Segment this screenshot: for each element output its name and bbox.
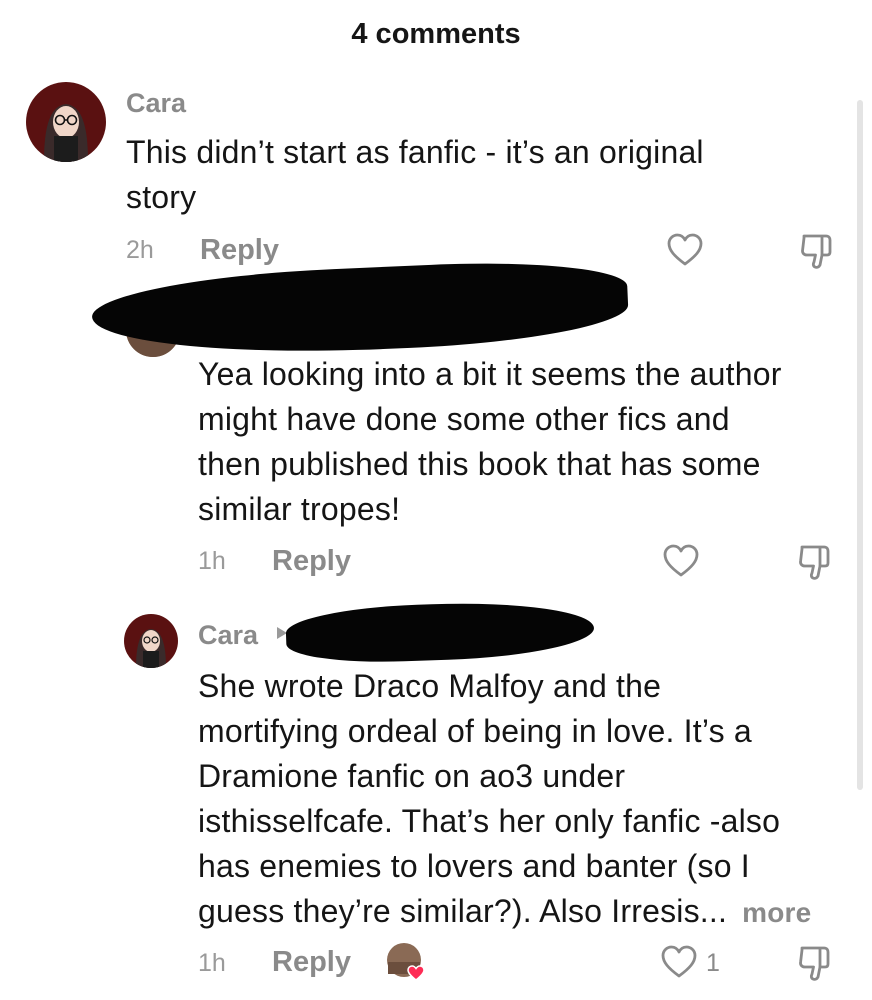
creator-liked-avatar [386, 942, 425, 981]
heart-icon[interactable] [660, 944, 698, 980]
comment-text-line: similar tropes! [198, 491, 401, 527]
comment-text: Yea looking into a bit it seems the auth… [198, 352, 858, 532]
comment-text-line: isthisselfcafe. That’s her only fanfic -… [198, 803, 781, 839]
comment-timestamp: 1h [198, 547, 226, 575]
comment-text-line: guess they’re similar?). Also Irresis...… [198, 889, 858, 935]
thumbs-down-icon[interactable] [796, 944, 836, 982]
heart-badge-icon [387, 943, 425, 981]
avatar[interactable] [26, 82, 106, 162]
avatar-illustration [124, 614, 178, 668]
comment-text-line: has enemies to lovers and banter (so I [198, 848, 750, 884]
comment-username[interactable]: Cara [198, 620, 258, 651]
thumbs-down-icon[interactable] [798, 232, 838, 270]
comment-text-line: mortifying ordeal of being in love. It’s… [198, 713, 752, 749]
reply-button[interactable]: Reply [200, 234, 279, 267]
more-link[interactable]: more [742, 897, 811, 928]
reply-button[interactable]: Reply [272, 946, 351, 979]
comment-text-line-content: guess they’re similar?). Also Irresis... [198, 893, 728, 929]
comment-timestamp: 1h [198, 949, 226, 977]
avatar-illustration [26, 82, 106, 162]
redaction-mark [285, 598, 595, 666]
avatar[interactable] [124, 614, 178, 668]
reply-button[interactable]: Reply [272, 545, 351, 578]
comment-text-line: Dramione fanfic on ao3 under [198, 758, 626, 794]
comment-timestamp: 2h [126, 236, 154, 264]
like-count: 1 [706, 949, 720, 977]
comment-text-line: She wrote Draco Malfoy and the [198, 668, 662, 704]
thumbs-down-icon[interactable] [796, 543, 836, 581]
comment-text: This didn’t start as fanfic - it’s an or… [126, 130, 846, 220]
comment-text: She wrote Draco Malfoy and the mortifyin… [198, 664, 858, 935]
heart-icon[interactable] [662, 543, 700, 579]
comments-count-title: 4 comments [351, 18, 521, 50]
comment-text-line: might have done some other fics and [198, 401, 730, 437]
comment-text-line: This didn’t start as fanfic - it’s an or… [126, 134, 704, 170]
comment-text-line: Yea looking into a bit it seems the auth… [198, 356, 782, 392]
comment-username[interactable]: Cara [126, 88, 186, 119]
heart-icon[interactable] [666, 232, 704, 268]
comment-text-line: story [126, 179, 197, 215]
comment-text-line: then published this book that has some [198, 446, 761, 482]
